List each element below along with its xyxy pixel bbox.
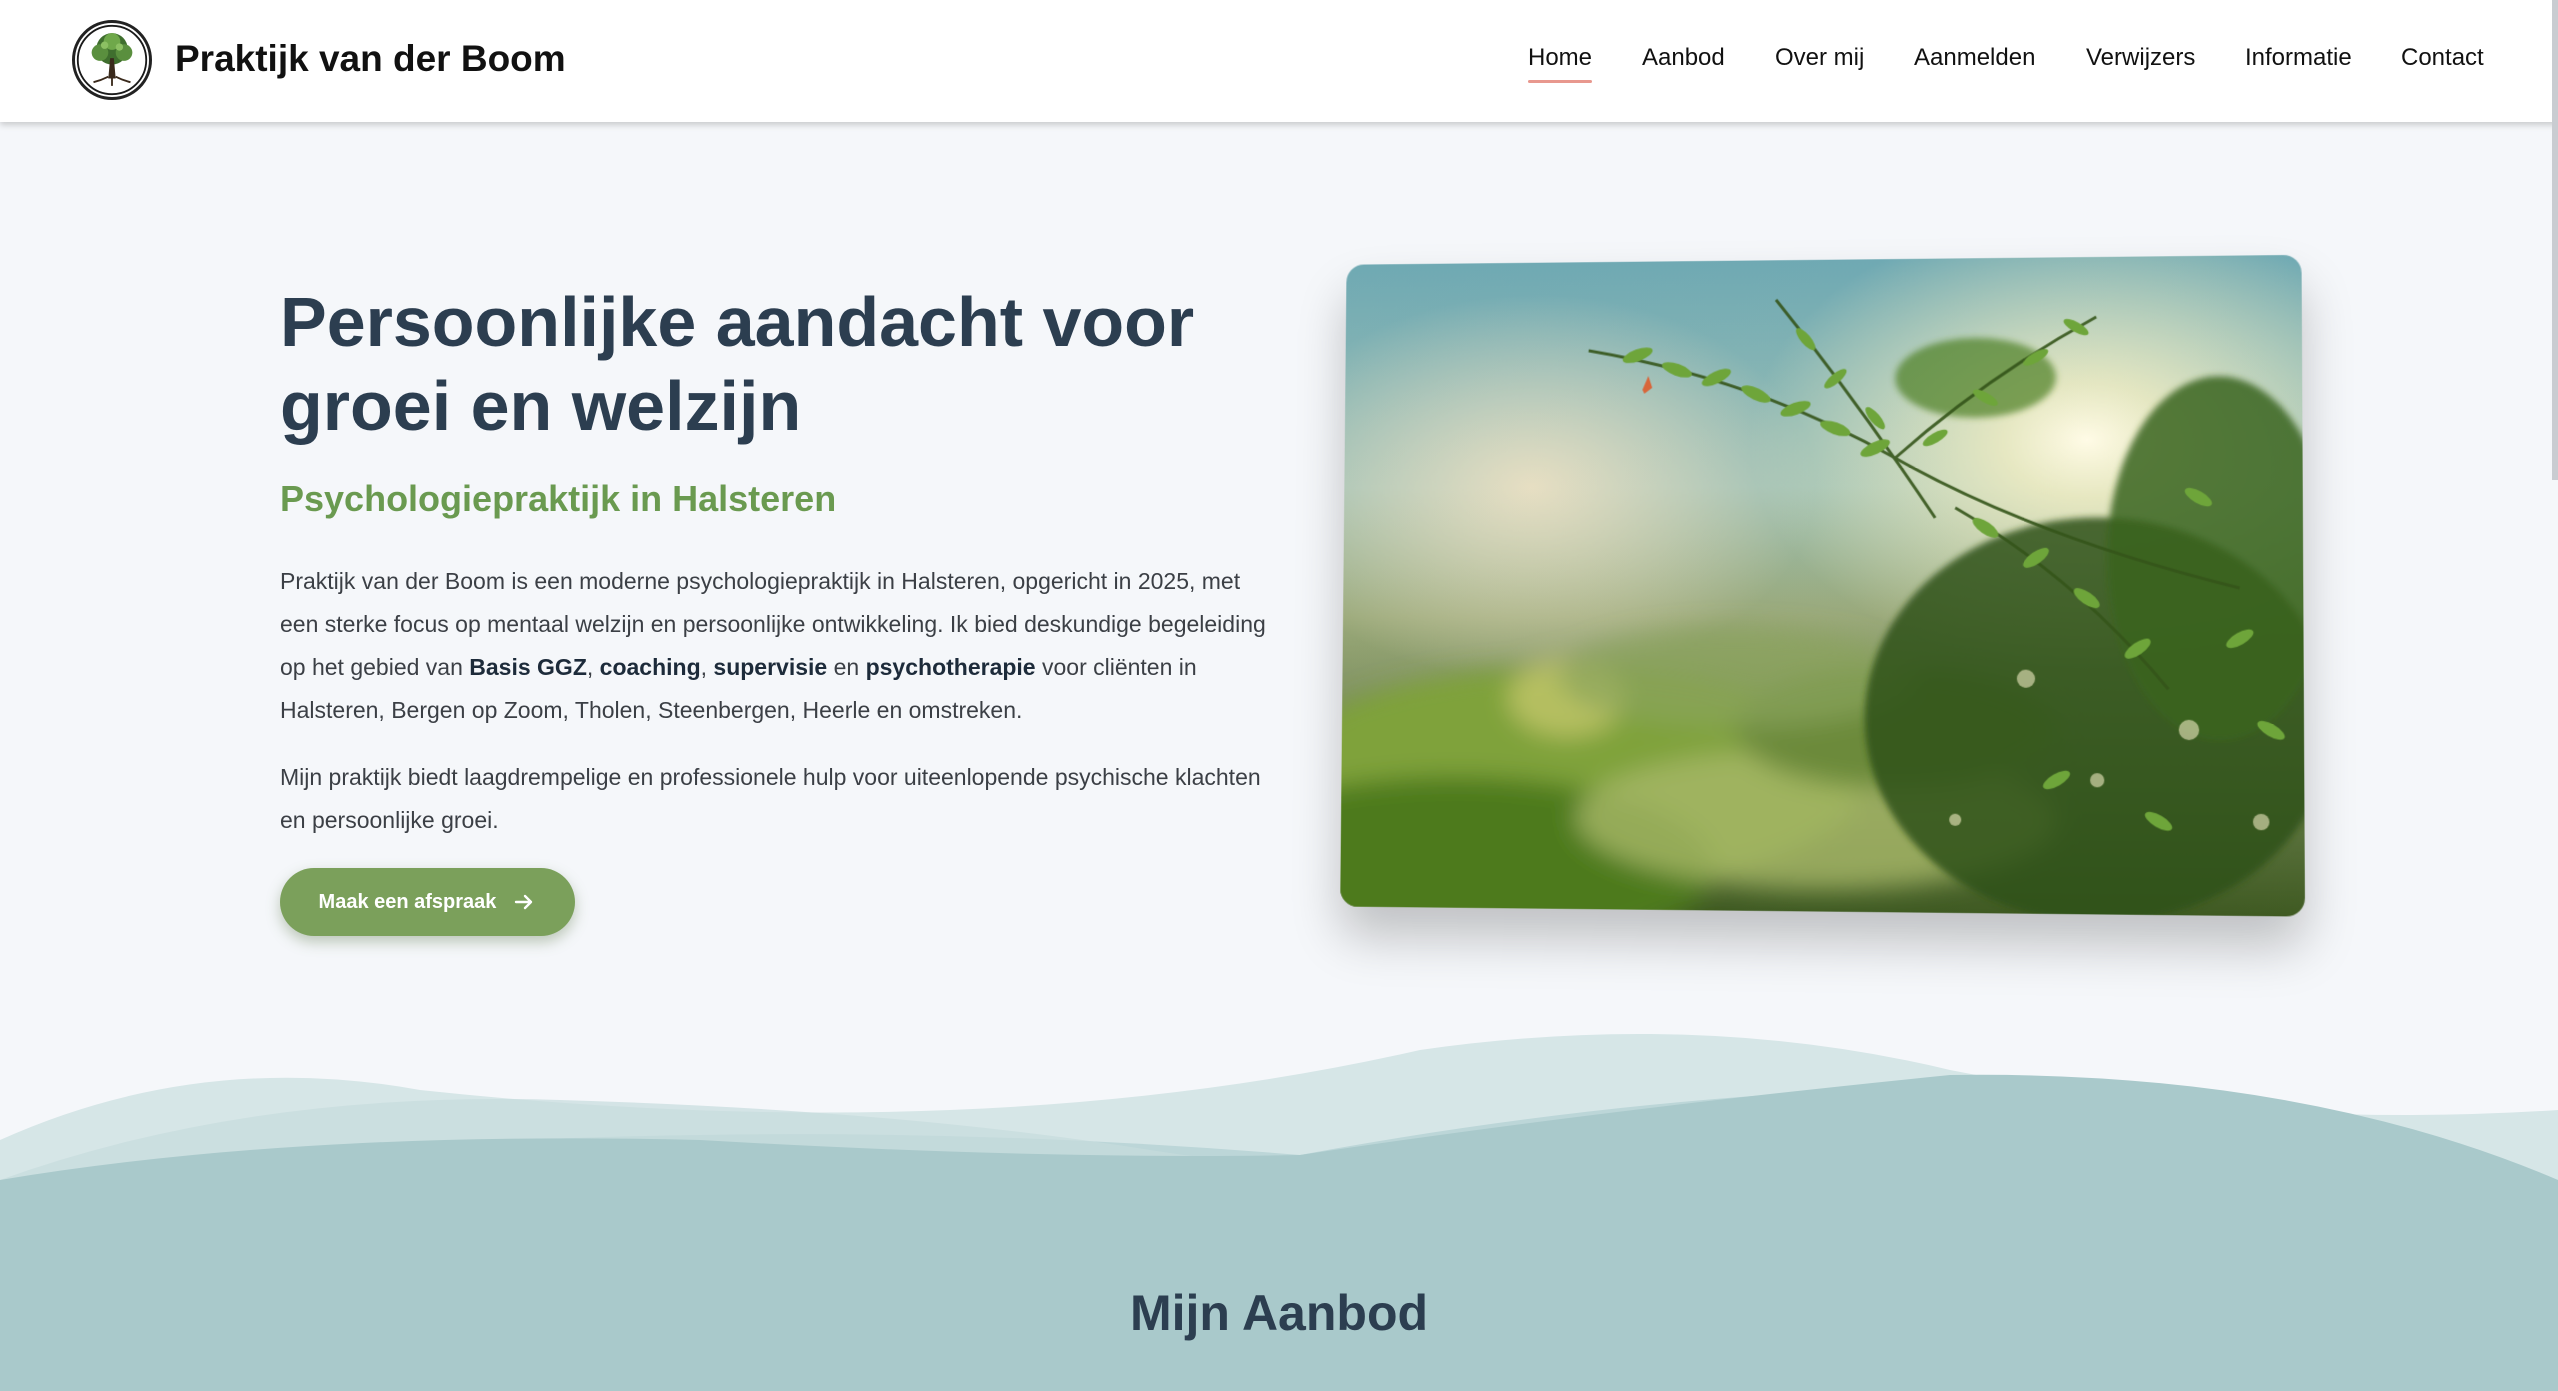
site-header: Praktijk van der Boom Home Aanbod Over m… (0, 0, 2558, 122)
hero-title: Persoonlijke aandacht voor groei en welz… (280, 283, 1195, 445)
arrow-right-icon (515, 894, 533, 910)
separator: , (700, 654, 714, 680)
hero-second-paragraph: Mijn praktijk biedt laagdrempelige en pr… (280, 764, 1261, 833)
nav-contact[interactable]: Contact (2401, 44, 2484, 72)
nav-home[interactable]: Home (1528, 44, 1593, 83)
make-appointment-button[interactable]: Maak een afspraak (280, 868, 575, 936)
section-title-aanbod: Mijn Aanbod (1129, 1285, 1429, 1341)
nav-aanbod[interactable]: Aanbod (1642, 44, 1725, 72)
service-psychotherapie: psychotherapie (865, 654, 1036, 680)
hero-nature-image (1340, 254, 2306, 917)
separator: , (586, 654, 600, 680)
service-supervisie: supervisie (713, 654, 828, 680)
separator: en (827, 654, 866, 680)
service-coaching: coaching (599, 654, 701, 680)
main-nav: Home Aanbod Over mij Aanmelden Verwijzer… (0, 0, 2558, 122)
nav-verwijzers[interactable]: Verwijzers (2086, 44, 2195, 72)
service-basis-ggz: Basis GGZ (469, 654, 587, 680)
nav-aanmelden[interactable]: Aanmelden (1914, 44, 2035, 72)
hero-subtitle: Psychologiepraktijk in Halsteren (280, 478, 837, 519)
nav-informatie[interactable]: Informatie (2245, 44, 2352, 72)
nav-over-mij[interactable]: Over mij (1775, 44, 1864, 72)
scrollbar-thumb[interactable] (2552, 0, 2558, 480)
make-appointment-label: Maak een afspraak (318, 890, 497, 913)
hero-intro-paragraph: Praktijk van der Boom is een moderne psy… (280, 560, 1280, 732)
nature-leaves-sunlight-image (1340, 254, 2306, 917)
